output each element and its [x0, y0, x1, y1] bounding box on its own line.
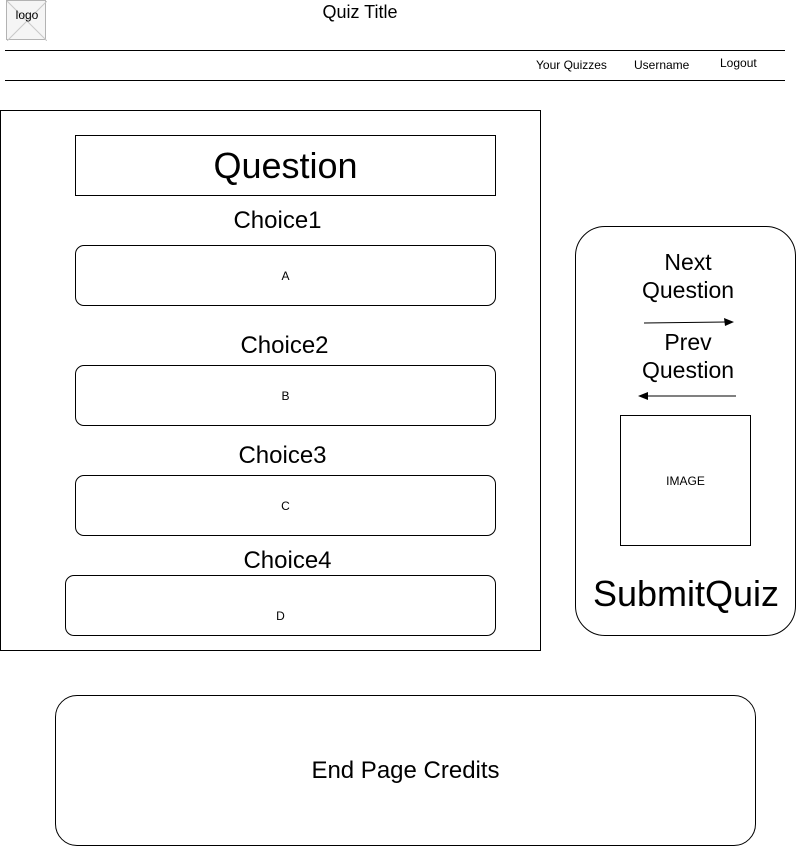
next-question-button[interactable]: Next Question: [600, 248, 776, 304]
question-title: Question: [75, 135, 496, 196]
choice4-value: D: [276, 608, 285, 623]
next-question-label-line2: Question: [641, 277, 735, 303]
choice4-label: Choice4: [243, 547, 332, 574]
logo-placeholder: logo: [6, 0, 47, 41]
header-divider-top: [5, 50, 785, 51]
nav-logout-link[interactable]: Logout: [720, 56, 757, 70]
logo-label: logo: [15, 8, 39, 22]
footer-credits-label: End Page Credits: [311, 756, 500, 784]
prev-question-label-line2: Question: [641, 357, 735, 383]
submit-quiz-button[interactable]: SubmitQuiz: [585, 573, 787, 615]
image-label: IMAGE: [666, 473, 705, 488]
choice1-button[interactable]: A: [75, 245, 496, 306]
choice1-label: Choice1: [233, 207, 322, 234]
choice3-label: Choice3: [238, 442, 327, 469]
choice3-button[interactable]: C: [75, 475, 496, 536]
choice1-value: A: [281, 268, 290, 283]
question-image-placeholder: IMAGE: [620, 415, 751, 546]
choice2-label: Choice2: [240, 332, 329, 359]
quiz-title: Quiz Title: [322, 2, 398, 22]
choice3-value: C: [281, 498, 290, 513]
next-question-label-line1: Next: [664, 249, 712, 275]
nav-your-quizzes-link[interactable]: Your Quizzes: [536, 58, 607, 72]
choice4-button[interactable]: D: [65, 575, 496, 636]
footer-credits: End Page Credits: [55, 695, 756, 846]
nav-username-link[interactable]: Username: [634, 58, 689, 72]
choice2-value: B: [281, 388, 290, 403]
prev-question-label-line1: Prev: [664, 329, 712, 355]
choice2-button[interactable]: B: [75, 365, 496, 426]
header-divider-bottom: [5, 80, 785, 81]
prev-question-button[interactable]: Prev Question: [600, 328, 776, 384]
arrow-left-icon[interactable]: [634, 389, 740, 403]
